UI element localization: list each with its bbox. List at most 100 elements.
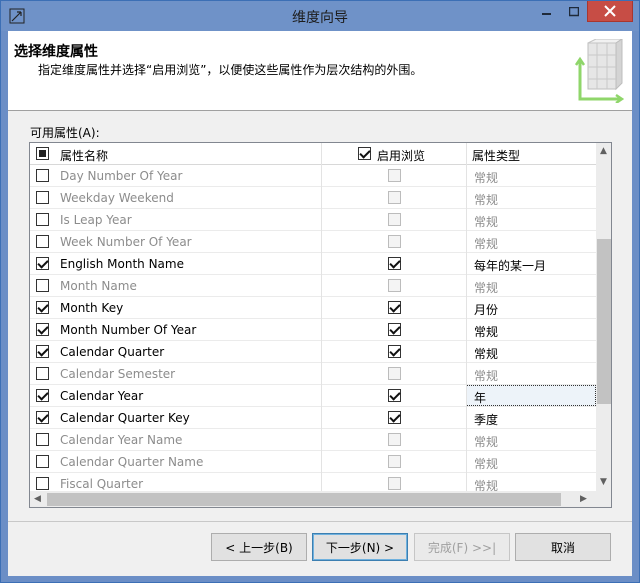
enable-browse-checkbox[interactable] [388,323,401,336]
attribute-type[interactable]: 常规 [474,323,498,340]
enable-browse-checkbox[interactable] [388,213,401,226]
attribute-checkbox[interactable] [36,433,49,446]
attribute-type[interactable]: 常规 [474,213,498,230]
maximize-button[interactable] [561,1,587,22]
dimension-cube-icon [574,39,624,103]
wizard-body: 选择维度属性 指定维度属性并选择“启用浏览”，以便使这些属性作为层次结构的外围。… [8,31,632,576]
table-row[interactable]: Calendar Quarter Key 季度 [30,407,596,429]
enable-browse-checkbox[interactable] [388,301,401,314]
column-divider [466,407,467,429]
attribute-name: Calendar Quarter Key [60,411,190,425]
table-row[interactable]: Is Leap Year 常规 [30,209,596,231]
table-row[interactable]: Day Number Of Year 常规 [30,165,596,187]
enable-browse-checkbox[interactable] [388,389,401,402]
enable-browse-checkbox[interactable] [388,257,401,270]
table-row[interactable]: Calendar Year 年 [30,385,596,407]
table-row[interactable]: Calendar Semester 常规 [30,363,596,385]
scroll-left-icon[interactable]: ◀ [34,494,41,504]
attribute-checkbox[interactable] [36,367,49,380]
scroll-down-icon[interactable]: ▼ [600,477,607,487]
attribute-type[interactable]: 月份 [474,301,498,318]
enable-browse-checkbox[interactable] [388,169,401,182]
column-header-browse[interactable]: 启用浏览 [377,147,425,164]
attribute-type[interactable]: 年 [474,389,486,406]
attribute-type[interactable]: 每年的某一月 [474,257,546,274]
browse-all-checkbox[interactable] [358,147,371,160]
enable-browse-checkbox[interactable] [388,433,401,446]
enable-browse-checkbox[interactable] [388,191,401,204]
enable-browse-checkbox[interactable] [388,411,401,424]
finish-button[interactable]: 完成(F) >>| [414,533,510,561]
table-row[interactable]: Calendar Quarter Name 常规 [30,451,596,473]
column-divider [321,319,322,341]
attribute-checkbox[interactable] [36,411,49,424]
attribute-checkbox[interactable] [36,169,49,182]
attribute-type[interactable]: 常规 [474,191,498,208]
horizontal-scroll-thumb[interactable] [47,493,561,506]
attribute-checkbox[interactable] [36,257,49,270]
attribute-checkbox[interactable] [36,323,49,336]
attribute-checkbox[interactable] [36,301,49,314]
table-row[interactable]: Week Number Of Year 常规 [30,231,596,253]
page-title: 选择维度属性 [14,44,98,60]
column-divider [321,275,322,297]
scrollbar-corner [596,491,611,507]
attribute-name: Calendar Year [60,389,144,403]
table-row[interactable]: Calendar Year Name 常规 [30,429,596,451]
scroll-up-icon[interactable]: ▲ [600,146,607,156]
column-divider [466,253,467,275]
vertical-scrollbar[interactable]: ▲ ▼ [596,143,611,491]
column-divider [321,165,322,187]
table-row[interactable]: Weekday Weekend 常规 [30,187,596,209]
attribute-name: Calendar Semester [60,367,176,381]
attribute-checkbox[interactable] [36,389,49,402]
attribute-type[interactable]: 常规 [474,235,498,252]
grid-header: 属性名称 启用浏览 属性类型 [30,143,596,165]
attribute-type[interactable]: 常规 [474,345,498,362]
attribute-name: Month Name [60,279,137,293]
close-button[interactable] [587,1,633,22]
attribute-type[interactable]: 季度 [474,411,498,428]
attribute-name: Is Leap Year [60,213,132,227]
enable-browse-checkbox[interactable] [388,279,401,292]
column-header-type[interactable]: 属性类型 [472,147,520,164]
column-header-name[interactable]: 属性名称 [60,147,108,164]
column-divider [321,341,322,363]
attribute-checkbox[interactable] [36,191,49,204]
back-button[interactable]: < 上一步(B) [211,533,307,561]
table-row[interactable]: Month Name 常规 [30,275,596,297]
attribute-name: Day Number Of Year [60,169,183,183]
column-divider [321,363,322,385]
cancel-button[interactable]: 取消 [515,533,611,561]
maximize-icon [569,6,579,16]
attribute-checkbox[interactable] [36,477,49,490]
table-row[interactable]: Month Key 月份 [30,297,596,319]
enable-browse-checkbox[interactable] [388,345,401,358]
attribute-checkbox[interactable] [36,213,49,226]
enable-browse-checkbox[interactable] [388,367,401,380]
attribute-type[interactable]: 常规 [474,455,498,472]
attribute-type[interactable]: 常规 [474,367,498,384]
column-divider [321,407,322,429]
attribute-type[interactable]: 常规 [474,279,498,296]
attribute-checkbox[interactable] [36,279,49,292]
enable-browse-checkbox[interactable] [388,477,401,490]
table-row[interactable]: English Month Name 每年的某一月 [30,253,596,275]
attribute-checkbox[interactable] [36,345,49,358]
attribute-checkbox[interactable] [36,235,49,248]
minimize-icon [542,12,551,15]
minimize-button[interactable] [534,1,560,22]
attribute-type[interactable]: 常规 [474,169,498,186]
attribute-type[interactable]: 常规 [474,433,498,450]
next-button[interactable]: 下一步(N) > [312,533,408,561]
select-all-checkbox[interactable] [36,147,49,160]
column-divider [466,341,467,363]
vertical-scroll-thumb[interactable] [597,239,611,404]
horizontal-scrollbar[interactable]: ◀ ▶ [30,491,596,507]
table-row[interactable]: Month Number Of Year 常规 [30,319,596,341]
enable-browse-checkbox[interactable] [388,235,401,248]
enable-browse-checkbox[interactable] [388,455,401,468]
scroll-right-icon[interactable]: ▶ [580,494,587,504]
attribute-checkbox[interactable] [36,455,49,468]
table-row[interactable]: Calendar Quarter 常规 [30,341,596,363]
